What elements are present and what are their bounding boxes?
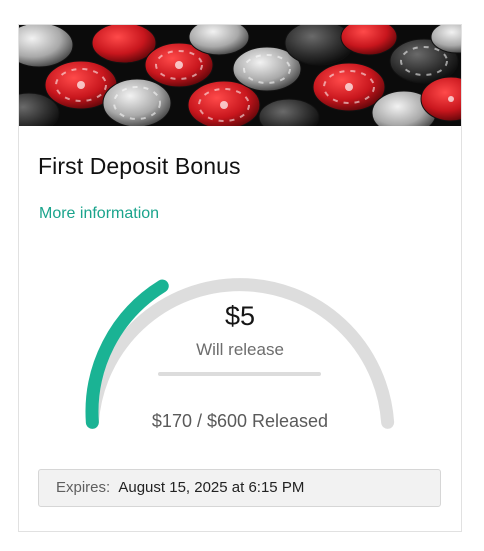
expiry-box: Expires: August 15, 2025 at 6:15 PM [38, 469, 441, 507]
bonus-card: First Deposit Bonus More information $5 … [18, 24, 462, 532]
expires-value: August 15, 2025 at 6:15 PM [118, 479, 305, 496]
released-progress-text: $170 / $600 Released [151, 411, 329, 431]
expires-label: Expires: [56, 479, 111, 496]
release-progress-gauge [85, 278, 395, 429]
divider [158, 372, 321, 376]
will-release-label: Will release [196, 340, 284, 359]
release-amount: $5 [224, 301, 256, 331]
